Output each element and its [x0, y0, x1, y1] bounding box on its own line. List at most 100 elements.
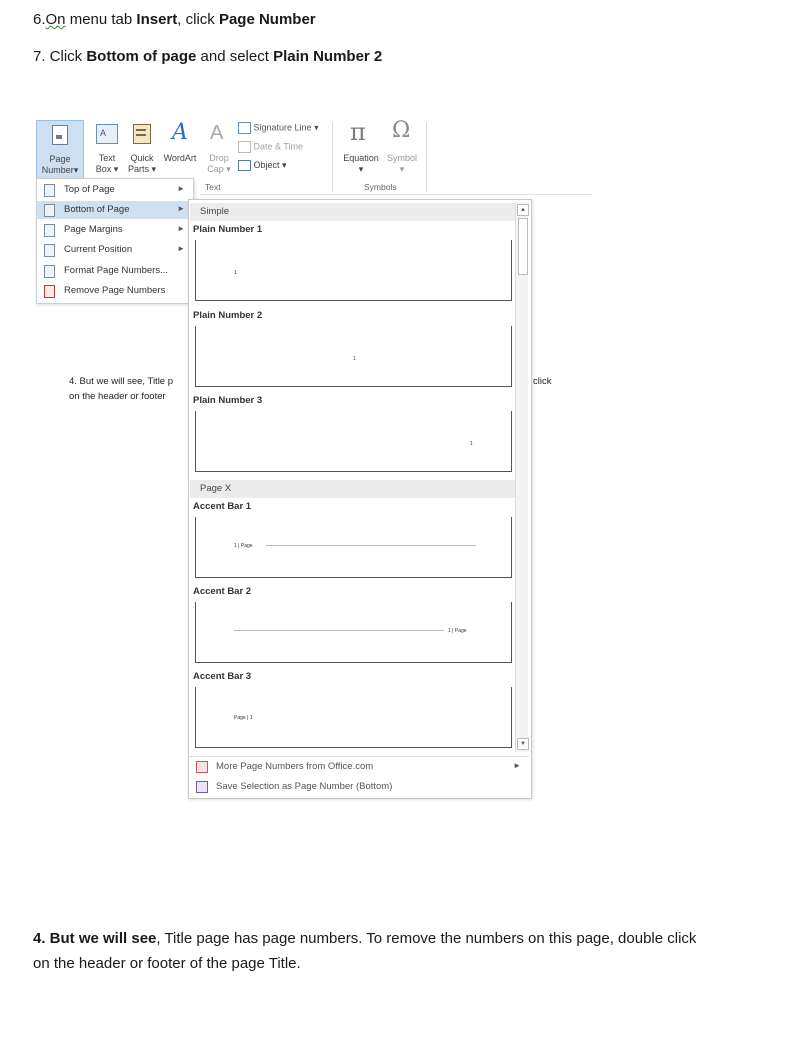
dropdown-arrow-icon: ▾ [73, 165, 79, 175]
text-box-button[interactable]: A Text Box ▾ [92, 120, 122, 178]
object-button[interactable]: Object ▾ [238, 160, 334, 174]
format-page-numbers-icon [44, 265, 55, 278]
signature-line-button[interactable]: Signature Line ▾ [238, 122, 334, 136]
gallery-item-label: Accent Bar 1 [193, 501, 252, 512]
wordart-button[interactable]: A WordArt [160, 120, 200, 178]
gallery-item-accent-bar-3[interactable]: Page | 1 [195, 687, 512, 748]
menu-item-bottom-of-page[interactable]: Bottom of Page ► [37, 201, 193, 219]
step-6-insert: Insert [136, 11, 178, 28]
quick-parts-button[interactable]: Quick Parts ▾ [126, 120, 158, 178]
text-box-label: Text Box ▾ [95, 153, 119, 174]
scroll-thumb[interactable] [518, 218, 528, 275]
gallery-item-label: Accent Bar 3 [193, 671, 252, 682]
bottom-of-page-gallery: Simple Plain Number 1 1 Plain Number 2 1… [188, 199, 532, 799]
menu-item-remove-page-numbers[interactable]: Remove Page Numbers [37, 282, 193, 300]
gallery-item-accent-bar-2[interactable]: 1 | Page [195, 602, 512, 663]
group-divider [426, 122, 427, 192]
quick-parts-line2: Parts [127, 164, 149, 174]
ribbon-bottom-border [200, 194, 592, 195]
more-page-numbers-label: More Page Numbers from Office.com [216, 761, 374, 772]
current-position-icon [44, 244, 55, 257]
text-box-line2: Box [95, 164, 112, 174]
page-number-button[interactable]: Page Number▾ [36, 120, 84, 180]
wordart-label: WordArt [163, 153, 197, 163]
submenu-arrow-icon: ► [177, 244, 185, 253]
wordart-icon: A [172, 120, 188, 145]
quick-parts-icon [133, 124, 151, 144]
signature-line-label: Signature Line [253, 122, 312, 133]
menu-item-format-page-numbers[interactable]: Format Page Numbers... [37, 262, 193, 280]
drop-cap-icon: A [210, 122, 224, 144]
step-7-text: and select [196, 48, 274, 65]
symbol-button[interactable]: Ω Symbol ▾ [384, 118, 420, 182]
step-6-number: 6. [33, 11, 46, 28]
page-number-preview: 1 | Page [448, 628, 467, 634]
drop-cap-line1: Drop [209, 153, 229, 163]
date-time-label: Date & Time [253, 141, 304, 152]
page-number-line2: Number [41, 165, 74, 175]
object-label: Object [253, 160, 280, 170]
step-6-text: menu tab [65, 11, 137, 28]
page-number-label: Page Number▾ [37, 154, 83, 176]
page-number-menu: Top of Page ► Bottom of Page ► Page Margin… [36, 178, 194, 304]
more-page-numbers-link[interactable]: More Page Numbers from Office.com ► [189, 758, 529, 776]
page-number-preview: 1 [353, 356, 356, 362]
section-header-page-x: Page X [190, 480, 515, 498]
gallery-item-plain-number-2[interactable]: 1 [195, 326, 512, 387]
obscured-text-line2: on the header or footer [69, 391, 166, 402]
scroll-up-icon[interactable]: ▲ [517, 204, 529, 216]
text-box-line1: Text [98, 153, 116, 163]
gallery-item-label: Plain Number 1 [193, 224, 263, 235]
accent-bar-line [266, 545, 476, 546]
gallery-item-accent-bar-1[interactable]: 1 | Page [195, 517, 512, 578]
equation-text: Equation [343, 153, 379, 163]
menu-item-label: Format Page Numbers... [64, 265, 169, 276]
menu-item-label: Remove Page Numbers [64, 285, 166, 296]
step-6-click: , click [177, 11, 219, 28]
menu-item-page-margins[interactable]: Page Margins ► [37, 221, 193, 239]
equation-button[interactable]: π Equation ▾ [342, 118, 380, 182]
equation-label: Equation ▾ [343, 153, 379, 174]
obscured-text-right: click [533, 376, 552, 387]
menu-item-label: Top of Page [64, 184, 115, 195]
page-margins-icon [44, 224, 55, 237]
drop-cap-line2: Cap [207, 164, 224, 174]
gallery-item-plain-number-3[interactable]: 1 [195, 411, 512, 472]
menu-item-label: Bottom of Page [64, 204, 130, 215]
gallery-item-plain-number-1[interactable]: 1 [195, 240, 512, 301]
obscured-text-line1: 4. But we will see, Title p [69, 376, 174, 387]
step-4-text: , Title page has page numbers. To remove… [156, 930, 697, 947]
group-divider [332, 122, 333, 192]
section-header-simple: Simple [190, 203, 515, 221]
step-6-on: On [45, 11, 66, 28]
page-number-preview: Page | 1 [234, 715, 253, 721]
step-7-target: Plain Number 2 [273, 48, 383, 65]
drop-cap-label: Drop Cap ▾ [207, 153, 231, 174]
gallery-scrollbar[interactable]: ▲ ▼ [515, 202, 529, 752]
gallery-item-label: Accent Bar 2 [193, 586, 252, 597]
text-box-icon: A [96, 124, 118, 144]
gallery-item-label: Plain Number 2 [193, 310, 263, 321]
pi-icon: π [350, 118, 366, 146]
menu-item-top-of-page[interactable]: Top of Page ► [37, 181, 193, 199]
group-label-symbols: Symbols [364, 182, 397, 192]
submenu-arrow-icon: ► [513, 761, 521, 770]
group-label-text: Text [205, 182, 221, 192]
step-7-instruction: 7. Click Bottom of page and select Plain… [33, 48, 382, 65]
step-6-target: Page Number [218, 11, 316, 28]
date-time-button[interactable]: Date & Time [238, 141, 334, 155]
page-bottom-icon [44, 204, 55, 217]
drop-cap-button[interactable]: A Drop Cap ▾ [202, 120, 236, 178]
office-web-icon [196, 761, 208, 773]
scroll-down-icon[interactable]: ▼ [517, 738, 529, 750]
page-top-icon [44, 184, 55, 197]
page-number-icon [52, 125, 68, 145]
quick-parts-label: Quick Parts ▾ [127, 153, 157, 174]
save-selection-item[interactable]: Save Selection as Page Number (Bottom) [189, 778, 529, 796]
submenu-arrow-icon: ► [177, 184, 185, 193]
submenu-arrow-icon: ► [177, 224, 185, 233]
section-header-label: Simple [200, 206, 230, 217]
step-4-prefix: 4. But we will see [33, 930, 157, 947]
page-number-preview: 1 [234, 270, 237, 276]
menu-item-current-position[interactable]: Current Position ► [37, 241, 193, 259]
